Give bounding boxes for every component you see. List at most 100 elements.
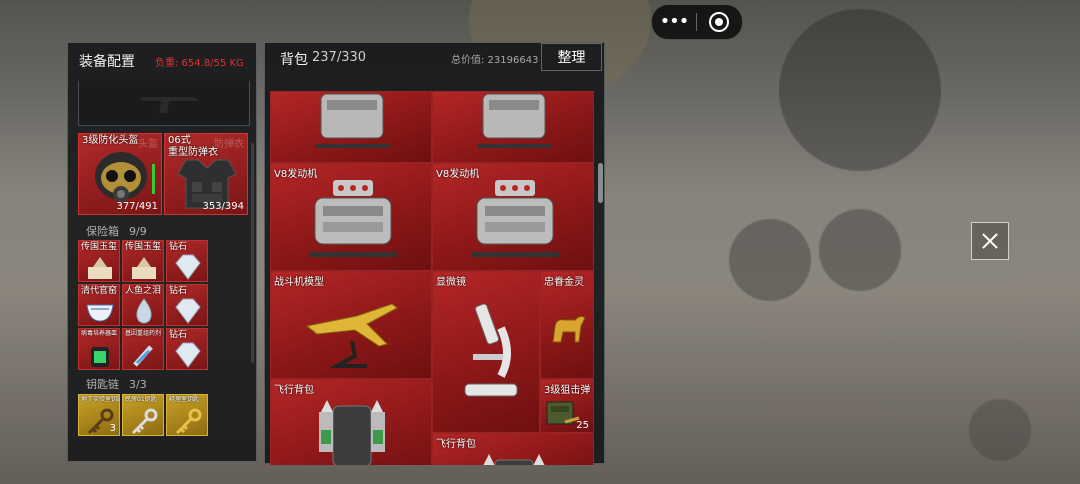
key-icon xyxy=(175,408,202,435)
virus-culture-icon xyxy=(91,347,109,367)
rifle-icon xyxy=(141,97,199,113)
jetpack-icon xyxy=(483,454,545,465)
backpack-item-label: 飞行背包 xyxy=(274,385,314,396)
backpack-item[interactable]: 忠眷金灵 xyxy=(540,271,594,379)
armor-label: 06式 重型防弹衣 xyxy=(168,135,218,158)
backpack-item-label: 战斗机模型 xyxy=(274,277,324,288)
backpack-item[interactable]: V8发动机 xyxy=(270,163,432,271)
weapon-slot[interactable] xyxy=(78,81,250,126)
safe-box-grid: 传国玉玺 传国玉玺 钻石 清代官窑 人鱼之泪 钻石 病毒培养器皿 基因重组药剂 xyxy=(78,240,208,370)
jade-seal-icon xyxy=(132,257,156,279)
safe-item-label: 传国玉玺 xyxy=(81,242,118,252)
safe-item-label: 传国玉玺 xyxy=(125,242,162,252)
equipment-panel: 装备配置 负重: 654.8/55 KG 头盔 3级防化头盔 377/491 防… xyxy=(67,42,257,462)
safe-item[interactable]: 清代官窑 xyxy=(78,284,120,326)
diamond-icon xyxy=(175,298,201,324)
keychain-label: 钥匙链 xyxy=(86,378,119,391)
safe-item[interactable]: 传国玉玺 xyxy=(122,240,164,282)
backpack-item[interactable]: 飞行背包 xyxy=(432,433,594,465)
fighter-jet-model-icon xyxy=(305,303,398,368)
v8-engine-icon xyxy=(477,93,551,148)
safe-item[interactable]: 基因重组药剂 xyxy=(122,328,164,370)
key-item-label: 民房01钥匙 xyxy=(125,396,157,403)
backpack-item[interactable]: 3级狙击弹 25 xyxy=(540,379,594,433)
backpack-item[interactable] xyxy=(270,91,432,163)
armor-slot-hint: 防弹衣 xyxy=(214,139,244,150)
sort-button[interactable]: 整理 xyxy=(541,43,602,71)
backpack-header: 背包 237/330 总价值: 23196643 整理 xyxy=(265,43,604,73)
helmet-label: 3级防化头盔 xyxy=(82,135,139,146)
safe-item[interactable]: 病毒培养器皿 xyxy=(78,328,120,370)
backpack-item[interactable]: V8发动机 xyxy=(432,163,594,271)
v8-engine-icon xyxy=(315,93,389,148)
keychain-header: 钥匙链 3/3 xyxy=(86,376,147,392)
weight-indicator: 负重: 654.8/55 KG xyxy=(155,57,244,69)
syringe-icon xyxy=(133,345,153,367)
keychain-count: 3/3 xyxy=(129,378,147,391)
key-item-label: 经理室钥匙 xyxy=(169,396,200,403)
backpack-scrollbar[interactable] xyxy=(598,163,603,203)
safe-item-label: 病毒培养器皿 xyxy=(81,330,118,337)
armor-durability: 353/394 xyxy=(202,201,244,212)
backpack-capacity: 237/330 xyxy=(312,50,367,65)
safe-item-label: 基因重组药剂 xyxy=(125,330,162,337)
backpack-item-label: 显微镜 xyxy=(436,277,466,288)
equipment-header: 装备配置 负重: 654.8/55 KG xyxy=(68,43,256,79)
backpack-item[interactable] xyxy=(432,91,594,163)
gas-mask-helmet-icon xyxy=(95,152,147,202)
mini-program-capsule: ••• xyxy=(651,4,743,40)
target-icon[interactable] xyxy=(697,12,741,32)
safe-item[interactable]: 人鱼之泪 xyxy=(122,284,164,326)
key-item-label: 地下实验室钥匙 xyxy=(81,396,120,403)
armor-slot[interactable]: 防弹衣 06式 重型防弹衣 353/394 xyxy=(164,133,248,215)
backpack-item-qty: 25 xyxy=(576,420,589,431)
backpack-item-label: 3级狙击弹 xyxy=(544,385,591,396)
porcelain-bowl-icon xyxy=(86,304,114,322)
backpack-item-label: V8发动机 xyxy=(436,169,480,180)
diamond-icon xyxy=(175,342,201,368)
jade-seal-icon xyxy=(88,257,112,279)
safe-item-label: 人鱼之泪 xyxy=(125,286,162,296)
safe-item-label: 清代官窑 xyxy=(81,286,118,296)
key-item[interactable]: 经理室钥匙 xyxy=(166,394,208,436)
diamond-icon xyxy=(175,254,201,280)
helmet-durability: 377/491 xyxy=(116,201,158,212)
safe-item-label: 钻石 xyxy=(169,242,188,252)
key-item[interactable]: 地下实验室钥匙 3 xyxy=(78,394,120,436)
keychain-grid: 地下实验室钥匙 3 民房01钥匙 经理室钥匙 xyxy=(78,394,208,436)
close-button[interactable] xyxy=(971,222,1009,260)
backpack-item-label: V8发动机 xyxy=(274,169,318,180)
backpack-item[interactable]: 战斗机模型 xyxy=(270,271,432,379)
microscope-icon xyxy=(464,303,518,397)
v8-engine-icon xyxy=(309,180,397,257)
backpack-title: 背包 xyxy=(280,52,308,68)
teardrop-icon xyxy=(136,298,152,324)
helmet-green-bar xyxy=(152,164,155,194)
key-item[interactable]: 民房01钥匙 xyxy=(122,394,164,436)
helmet-slot[interactable]: 头盔 3级防化头盔 377/491 xyxy=(78,133,162,215)
jetpack-icon xyxy=(319,400,385,465)
key-icon xyxy=(131,408,158,435)
safe-item-label: 钻石 xyxy=(169,286,188,296)
v8-engine-icon xyxy=(471,180,559,257)
golden-dog-icon xyxy=(552,315,586,343)
safe-item[interactable]: 钻石 xyxy=(166,284,208,326)
more-dots-icon[interactable]: ••• xyxy=(652,5,696,39)
safe-box-count: 9/9 xyxy=(129,225,147,238)
backpack-item[interactable]: 显微镜 xyxy=(432,271,540,433)
backpack-grid: V8发动机 V8发动机 战斗机模型 显微镜 忠眷金灵 3级狙击弹 25 飞行背包… xyxy=(270,91,594,465)
safe-box-label: 保险箱 xyxy=(86,225,119,238)
backpack-panel: 背包 237/330 总价值: 23196643 整理 V8发动机 V8发动机 … xyxy=(264,42,605,465)
backpack-total-value: 总价值: 23196643 xyxy=(451,55,539,66)
safe-item[interactable]: 钻石 xyxy=(166,328,208,370)
backpack-item-label: 飞行背包 xyxy=(436,439,476,450)
safe-item[interactable]: 钻石 xyxy=(166,240,208,282)
equipment-title: 装备配置 xyxy=(79,54,135,70)
equipment-scrollbar[interactable] xyxy=(251,143,254,363)
backpack-item[interactable]: 飞行背包 xyxy=(270,379,432,465)
safe-box-header: 保险箱 9/9 xyxy=(86,223,147,239)
key-item-qty: 3 xyxy=(109,423,116,434)
safe-item-label: 钻石 xyxy=(169,330,188,340)
backpack-item-label: 忠眷金灵 xyxy=(544,277,584,288)
safe-item[interactable]: 传国玉玺 xyxy=(78,240,120,282)
